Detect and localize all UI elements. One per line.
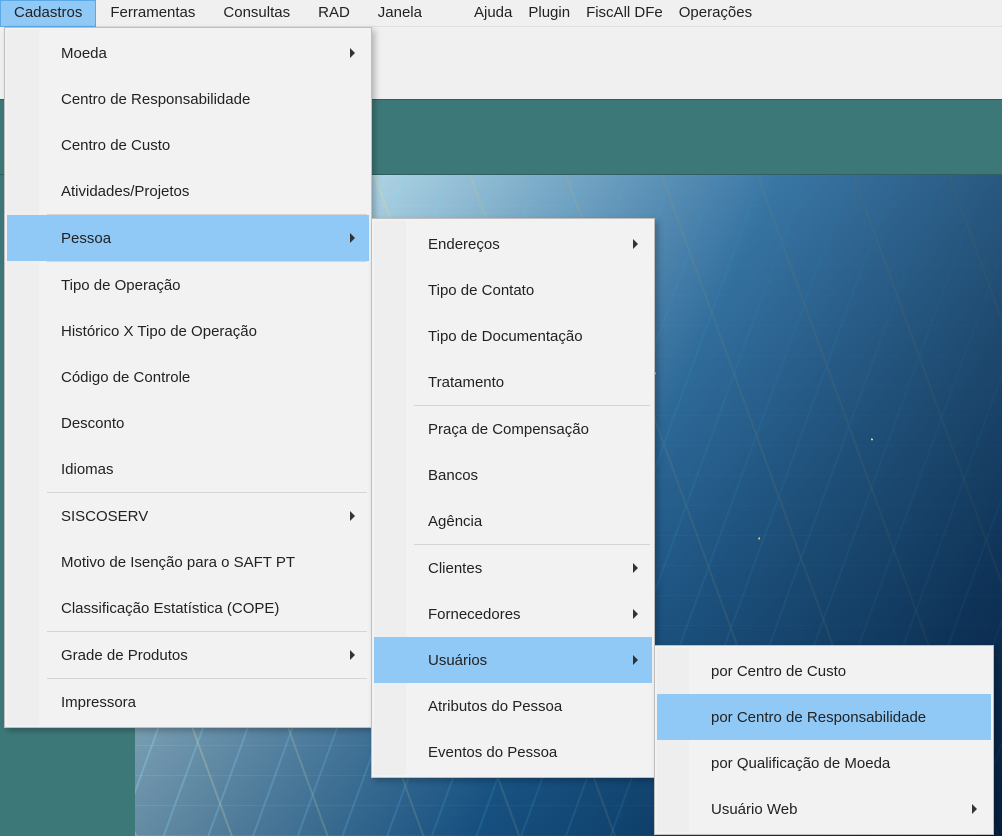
menu-rad[interactable]: RAD: [304, 0, 364, 27]
menu-item-label: Centro de Responsabilidade: [61, 91, 250, 108]
menu-item-label: Código de Controle: [61, 369, 190, 386]
menubar: Cadastros Ferramentas Consultas RAD Jane…: [0, 0, 1002, 27]
menu-item-label: Tipo de Documentação: [428, 328, 583, 345]
menu-item-usuarios[interactable]: Usuários: [374, 637, 652, 683]
menu-item-label: Fornecedores: [428, 606, 521, 623]
menu-item-agencia[interactable]: Agência: [374, 498, 652, 544]
submenu-arrow-icon: [633, 655, 638, 665]
menu-item-label: Clientes: [428, 560, 482, 577]
menu-item-label: Impressora: [61, 694, 136, 711]
submenu-arrow-icon: [633, 609, 638, 619]
menu-item-label: Tipo de Contato: [428, 282, 534, 299]
menu-item-label: Classificação Estatística (COPE): [61, 600, 279, 617]
menu-item-label: Eventos do Pessoa: [428, 744, 557, 761]
submenu-arrow-icon: [633, 239, 638, 249]
menu-item-label: Usuário Web: [711, 801, 797, 818]
menu-item-label: Tipo de Operação: [61, 277, 181, 294]
menu-item-label: Agência: [428, 513, 482, 530]
menu-item-label: por Centro de Responsabilidade: [711, 709, 926, 726]
menu-fiscall-dfe[interactable]: FiscAll DFe: [578, 0, 671, 27]
menu-item-atributos-do-pessoa[interactable]: Atributos do Pessoa: [374, 683, 652, 729]
menu-janela[interactable]: Janela: [364, 0, 436, 27]
menu-item-impressora[interactable]: Impressora: [7, 679, 369, 725]
menu-item-label: por Centro de Custo: [711, 663, 846, 680]
menu-item-label: Grade de Produtos: [61, 647, 188, 664]
menu-item-codigo-de-controle[interactable]: Código de Controle: [7, 354, 369, 400]
menu-item-tratamento[interactable]: Tratamento: [374, 359, 652, 405]
menu-item-label: Tratamento: [428, 374, 504, 391]
menu-item-siscoserv[interactable]: SISCOSERV: [7, 493, 369, 539]
menu-ferramentas[interactable]: Ferramentas: [96, 0, 209, 27]
dropdown-pessoa: Endereços Tipo de Contato Tipo de Document…: [371, 218, 655, 778]
menu-item-fornecedores[interactable]: Fornecedores: [374, 591, 652, 637]
menu-item-por-centro-de-custo[interactable]: por Centro de Custo: [657, 648, 991, 694]
menu-item-label: Usuários: [428, 652, 487, 669]
menu-item-tipo-de-contato[interactable]: Tipo de Contato: [374, 267, 652, 313]
submenu-arrow-icon: [350, 650, 355, 660]
menu-item-usuario-web[interactable]: Usuário Web: [657, 786, 991, 832]
menu-plugin[interactable]: Plugin: [520, 0, 578, 27]
menu-item-tipo-de-operacao[interactable]: Tipo de Operação: [7, 262, 369, 308]
menu-item-label: Atributos do Pessoa: [428, 698, 562, 715]
menu-item-idiomas[interactable]: Idiomas: [7, 446, 369, 492]
menu-item-historico-x-tipo-de-operacao[interactable]: Histórico X Tipo de Operação: [7, 308, 369, 354]
menu-item-label: Atividades/Projetos: [61, 183, 189, 200]
menu-item-label: Motivo de Isenção para o SAFT PT: [61, 554, 295, 571]
menu-item-classificacao-estatistica-cope[interactable]: Classificação Estatística (COPE): [7, 585, 369, 631]
menu-item-label: Bancos: [428, 467, 478, 484]
submenu-arrow-icon: [350, 511, 355, 521]
dropdown-usuarios: por Centro de Custo por Centro de Respons…: [654, 645, 994, 835]
menu-item-label: Idiomas: [61, 461, 114, 478]
menu-item-praca-de-compensacao[interactable]: Praça de Compensação: [374, 406, 652, 452]
submenu-arrow-icon: [350, 233, 355, 243]
menu-item-tipo-de-documentacao[interactable]: Tipo de Documentação: [374, 313, 652, 359]
dropdown-usuarios-list: por Centro de Custo por Centro de Respons…: [655, 646, 993, 834]
menu-consultas[interactable]: Consultas: [209, 0, 304, 27]
menu-ajuda[interactable]: Ajuda: [466, 0, 520, 27]
menu-item-centro-de-custo[interactable]: Centro de Custo: [7, 122, 369, 168]
submenu-arrow-icon: [633, 563, 638, 573]
menu-item-motivo-de-isencao-para-o-saft-pt[interactable]: Motivo de Isenção para o SAFT PT: [7, 539, 369, 585]
menu-item-bancos[interactable]: Bancos: [374, 452, 652, 498]
menu-item-clientes[interactable]: Clientes: [374, 545, 652, 591]
menu-item-label: Histórico X Tipo de Operação: [61, 323, 257, 340]
menu-item-label: Pessoa: [61, 230, 111, 247]
dropdown-cadastros: Moeda Centro de Responsabilidade Centro de…: [4, 27, 372, 728]
menu-operacoes[interactable]: Operações: [671, 0, 760, 27]
menu-item-label: Centro de Custo: [61, 137, 170, 154]
submenu-arrow-icon: [350, 48, 355, 58]
menu-item-centro-de-responsabilidade[interactable]: Centro de Responsabilidade: [7, 76, 369, 122]
menu-item-atividades-projetos[interactable]: Atividades/Projetos: [7, 168, 369, 214]
menu-item-grade-de-produtos[interactable]: Grade de Produtos: [7, 632, 369, 678]
dropdown-cadastros-list: Moeda Centro de Responsabilidade Centro de…: [5, 28, 371, 727]
menu-item-desconto[interactable]: Desconto: [7, 400, 369, 446]
menu-item-por-centro-de-responsabilidade[interactable]: por Centro de Responsabilidade: [657, 694, 991, 740]
menu-item-label: SISCOSERV: [61, 508, 148, 525]
menu-item-moeda[interactable]: Moeda: [7, 30, 369, 76]
menu-item-label: por Qualificação de Moeda: [711, 755, 890, 772]
menu-cadastros[interactable]: Cadastros: [0, 0, 96, 27]
menu-item-por-qualificacao-de-moeda[interactable]: por Qualificação de Moeda: [657, 740, 991, 786]
menu-item-pessoa[interactable]: Pessoa: [7, 215, 369, 261]
menu-item-eventos-do-pessoa[interactable]: Eventos do Pessoa: [374, 729, 652, 775]
submenu-arrow-icon: [972, 804, 977, 814]
menu-item-label: Desconto: [61, 415, 124, 432]
menu-item-label: Praça de Compensação: [428, 421, 589, 438]
menu-item-enderecos[interactable]: Endereços: [374, 221, 652, 267]
menu-item-label: Endereços: [428, 236, 500, 253]
dropdown-pessoa-list: Endereços Tipo de Contato Tipo de Document…: [372, 219, 654, 777]
menu-item-label: Moeda: [61, 45, 107, 62]
